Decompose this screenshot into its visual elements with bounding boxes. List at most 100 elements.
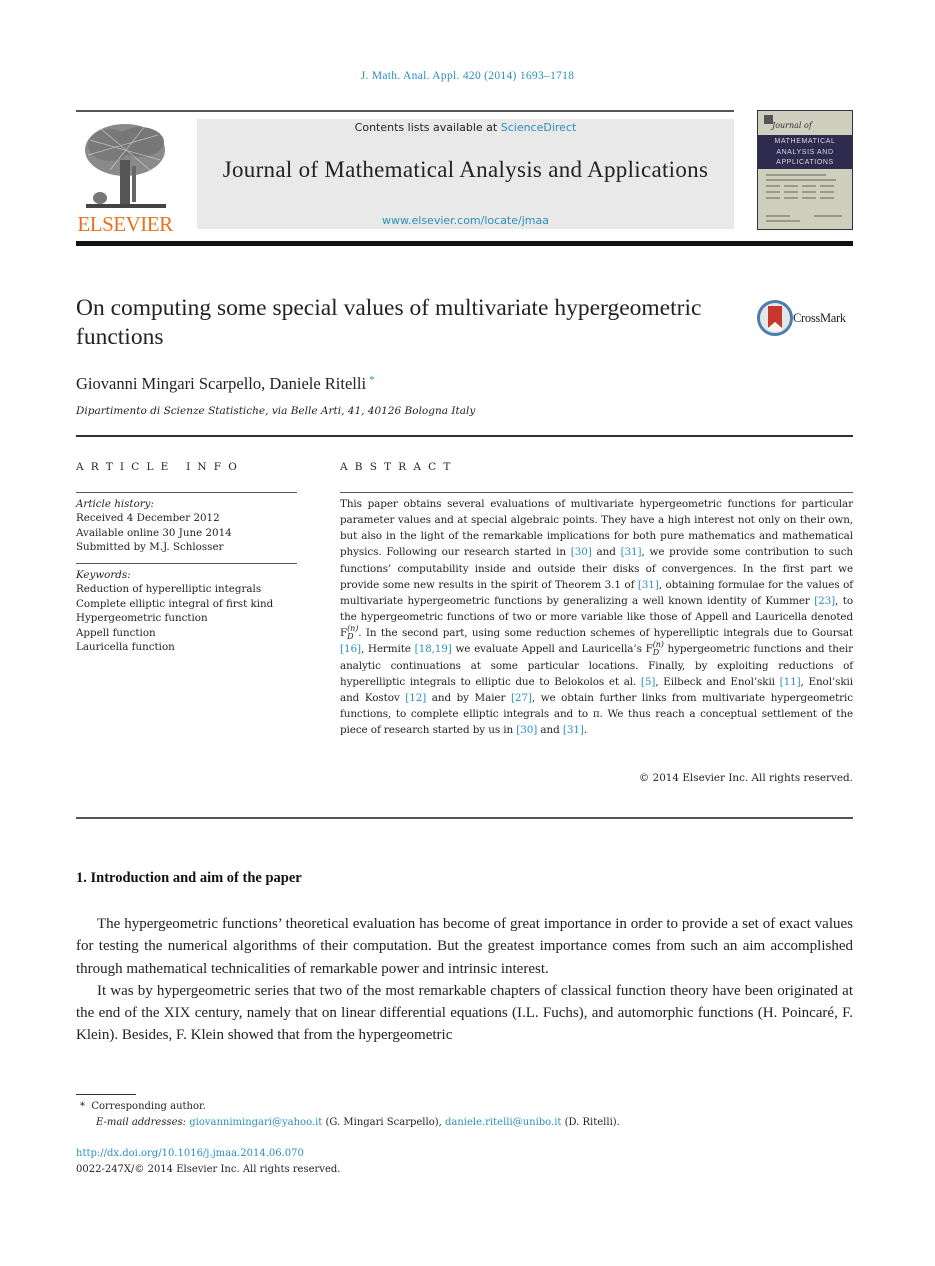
abstract-text: , Hermite (360, 643, 415, 656)
cover-band-line: MATHEMATICAL (774, 138, 836, 145)
contents-prefix: Contents lists available at (354, 121, 501, 134)
paper-title: On computing some special values of mult… (76, 295, 702, 350)
reference-link-31[interactable]: [31] (638, 579, 659, 591)
reference-link-23[interactable]: [23] (814, 595, 835, 607)
cover-band-line: APPLICATIONS (776, 159, 834, 166)
cover-text-line (802, 197, 816, 199)
keyword-item: Appell function (76, 626, 156, 639)
reference-link-30[interactable]: [30] (516, 724, 537, 736)
footnotes: * Corresponding author. E-mail addresses… (80, 1099, 860, 1131)
keyword-item: Hypergeometric function (76, 612, 208, 625)
journal-masthead: Contents lists available at ScienceDirec… (197, 119, 734, 229)
title-block-rule (76, 435, 853, 437)
cover-text-line (820, 191, 834, 193)
abstract-text: and (537, 724, 563, 737)
email-owner: (G. Mingari Scarpello), (322, 1117, 445, 1128)
cover-text-line (766, 185, 780, 187)
abstract-rule (340, 492, 853, 494)
keyword-item: Reduction of hyperelliptic integrals (76, 583, 262, 596)
lauricella-fd-symbol: F (n) D (646, 641, 664, 658)
footnote-rule (76, 1094, 136, 1095)
abstract-text: . (583, 724, 588, 737)
abstract-copyright: © 2014 Elsevier Inc. All rights reserved… (638, 772, 853, 784)
elsevier-logo[interactable]: ELSEVIER (76, 118, 174, 236)
cover-title-band: MATHEMATICAL ANALYSIS AND APPLICATIONS (758, 135, 852, 169)
abstract-text: , Eilbeck and Enol’skii (655, 675, 780, 688)
reference-link-30[interactable]: [30] (571, 546, 592, 558)
fd-subscript: D (652, 648, 660, 658)
journal-title: Journal of Mathematical Analysis and App… (222, 157, 709, 182)
masthead-top-rule (76, 110, 734, 112)
issn-copyright: 0022-247X/© 2014 Elsevier Inc. All right… (76, 1163, 341, 1175)
reference-link-18-19[interactable]: [18,19] (415, 643, 452, 655)
abstract-text: and by Maier (426, 691, 511, 704)
section-heading: 1. Introduction and aim of the paper (76, 870, 302, 886)
section-body: The hypergeometric functions’ theoretica… (76, 913, 853, 1047)
cover-text-line (784, 185, 798, 187)
cover-text-line (766, 220, 800, 222)
cover-text-line (814, 215, 842, 217)
history-submitted-by: Submitted by M.J. Schlosser (76, 541, 224, 554)
abstract-text: and (591, 546, 621, 559)
article-info-rule (76, 492, 297, 494)
reference-link-11[interactable]: [11] (780, 676, 801, 688)
email-owner: (D. Ritelli). (561, 1117, 620, 1128)
cover-text-line (802, 185, 816, 187)
corresponding-author-marker[interactable]: * (369, 374, 375, 386)
reference-link-5[interactable]: [5] (641, 676, 656, 688)
cover-text-line (766, 197, 780, 199)
abstract-body: This paper obtains several evaluations o… (340, 496, 853, 738)
reference-link-16[interactable]: [16] (340, 643, 361, 655)
keyword-item: Lauricella function (76, 641, 175, 654)
keywords-list: Keywords: Reduction of hyperelliptic int… (76, 568, 301, 654)
contents-available-line: Contents lists available at ScienceDirec… (197, 121, 734, 134)
article-history-label: Article history: (76, 498, 154, 510)
journal-cover-thumbnail[interactable]: Journal of MATHEMATICAL ANALYSIS AND APP… (757, 110, 853, 230)
footnote-marker: * (80, 1101, 85, 1112)
masthead-bottom-rule (76, 241, 853, 246)
elsevier-wordmark: ELSEVIER (77, 212, 173, 236)
cover-text-line (766, 215, 790, 217)
doi-block: http://dx.doi.org/10.1016/j.jmaa.2014.06… (76, 1146, 340, 1177)
journal-citation-link[interactable]: J. Math. Anal. Appl. 420 (2014) 1693–171… (0, 70, 935, 82)
email-link-scarpello[interactable]: giovannimingari@yahoo.it (189, 1117, 322, 1128)
cover-script-title: Journal of (772, 121, 812, 130)
body-paragraph: The hypergeometric functions’ theoretica… (76, 916, 853, 977)
reference-link-31[interactable]: [31] (563, 724, 584, 736)
cover-text-line (766, 174, 826, 176)
reference-link-27[interactable]: [27] (511, 692, 532, 704)
author-list: Giovanni Mingari Scarpello, Daniele Rite… (76, 374, 375, 394)
authors-names: Giovanni Mingari Scarpello, Daniele Rite… (76, 374, 367, 393)
keywords-label: Keywords: (76, 569, 131, 581)
abstract-bottom-rule (76, 817, 853, 819)
email-addresses: E-mail addresses: giovannimingari@yahoo.… (80, 1115, 860, 1131)
cover-text-line (784, 197, 798, 199)
article-info-heading: ARTICLE INFO (76, 461, 245, 473)
keywords-rule (76, 563, 297, 565)
crossmark-button[interactable]: CrossMark (757, 300, 853, 336)
cover-text-line (766, 179, 836, 181)
keyword-item: Complete elliptic integral of first kind (76, 597, 274, 610)
reference-link-31[interactable]: [31] (621, 546, 642, 558)
cover-text-line (766, 191, 780, 193)
email-link-ritelli[interactable]: daniele.ritelli@unibo.it (445, 1117, 561, 1128)
sciencedirect-link[interactable]: ScienceDirect (501, 121, 577, 134)
reference-link-12[interactable]: [12] (405, 692, 426, 704)
abstract-text: . In the second part, using some reducti… (358, 627, 853, 640)
cover-band-line: ANALYSIS AND (776, 148, 834, 156)
body-paragraph: It was by hypergeometric series that two… (76, 982, 853, 1044)
corresponding-author-note: Corresponding author. (91, 1101, 206, 1112)
cover-text-line (820, 185, 834, 187)
lauricella-fd-symbol: F (n) D (340, 625, 358, 641)
affiliation: Dipartimento di Scienze Statistiche, via… (76, 405, 476, 417)
cover-text-line (802, 191, 816, 193)
history-received: Received 4 December 2012 (76, 512, 220, 525)
elsevier-tree-icon (85, 124, 166, 208)
abstract-text: we evaluate Appell and Lauricella’s (451, 643, 646, 656)
email-label: E-mail addresses: (96, 1117, 187, 1128)
corresponding-author-footnote: * Corresponding author. (80, 1099, 860, 1115)
journal-homepage-link[interactable]: www.elsevier.com/locate/jmaa (197, 214, 734, 227)
cover-text-line (784, 191, 798, 193)
doi-link[interactable]: http://dx.doi.org/10.1016/j.jmaa.2014.06… (76, 1148, 304, 1159)
article-history: Article history: Received 4 December 201… (76, 497, 301, 555)
